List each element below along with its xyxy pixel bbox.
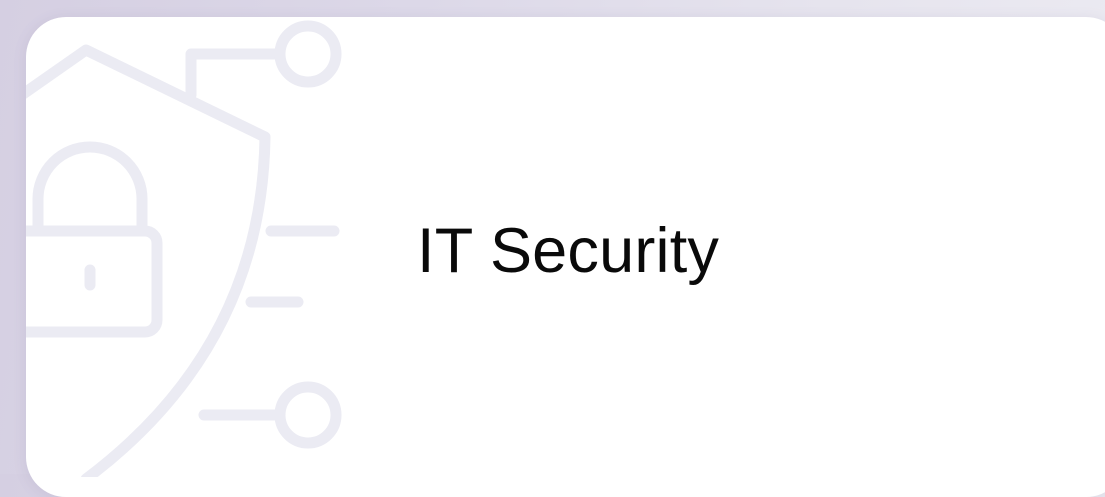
it-security-card[interactable]: IT Security [26,17,1105,497]
shield-lock-circuit-icon [26,20,342,477]
card-title: IT Security [417,216,720,286]
